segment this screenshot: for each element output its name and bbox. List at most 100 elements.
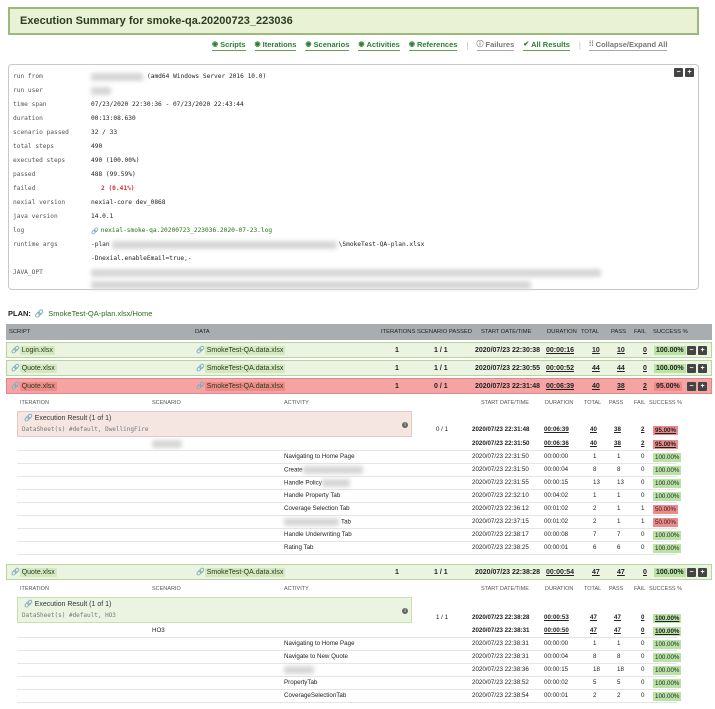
info-icon: ⓘ (476, 41, 484, 48)
activity-row: PropertyTab 2020/07/23 22:38:52 00:00:02 5 5… (17, 677, 682, 690)
plan-link[interactable]: SmokeTest-QA-plan.xlsx/Home (48, 309, 152, 318)
table-header: SCRIPT DATA ITERATIONS SCENARIO PASSED S… (6, 324, 712, 340)
activity-row: Handle Property Tab 2020/07/23 22:32:10 00… (17, 490, 682, 503)
expand-icon: ⁞⁞ (588, 40, 594, 48)
summary-row: duration 00:13:08.630 (13, 115, 136, 122)
link-icon: 🔗 (196, 383, 205, 390)
link-icon: 🔗 (11, 383, 20, 390)
activity-row: CoverageSelectionTab 2020/07/23 22:38:54 0… (17, 690, 682, 703)
page-title-bar: Execution Summary for smoke-qa.20200723_… (8, 7, 699, 35)
link-icon: 🔗 (11, 569, 20, 576)
nav-separator: | (466, 40, 469, 50)
scenario-row: HO3 2020/07/23 22:38:31 00:00:50 47 47 0… (17, 625, 682, 638)
log-link[interactable]: nexial-smoke-qa.20200723_223036.2020-07-… (101, 227, 272, 234)
nav-iterations[interactable]: ◉ Iterations (254, 40, 297, 51)
link-icon: 🔗 (196, 365, 205, 372)
activity-row: Handle Underwriting Tab 2020/07/23 22:38:… (17, 529, 682, 542)
summary-row: scenario passed 32 / 33 (13, 129, 118, 136)
collapse-button[interactable]: − (687, 381, 696, 391)
link-icon: 🔗 (91, 227, 99, 235)
redacted-host (91, 72, 143, 81)
check-icon: ✔ (523, 41, 530, 48)
circle-check-icon: ◉ (358, 41, 365, 48)
script-row[interactable]: 🔗 Quote.xlsx 🔗 SmokeTest-QA.data.xlsx 1 1 … (6, 360, 712, 376)
summary-row: passed 488 (99.59%) (13, 171, 136, 178)
link-icon: 🔗 (11, 365, 20, 372)
expand-button[interactable]: + (698, 381, 707, 391)
expand-button[interactable]: + (685, 68, 694, 77)
data-link[interactable]: SmokeTest-QA.data.xlsx (204, 382, 286, 391)
summary-row: failed 2 (0.41%) (13, 185, 135, 192)
link-icon: 🔗 (11, 347, 20, 354)
script-row-failed[interactable]: 🔗 Quote.xlsx 🔗 SmokeTest-QA.data.xlsx 1 0 … (6, 378, 712, 394)
expand-button[interactable]: + (698, 363, 707, 373)
summary-buttons: − + (674, 68, 694, 77)
sub-header: ITERATION SCENARIO ACTIVITY START DATE/T… (20, 400, 683, 406)
activity-row: Rating Tab 2020/07/23 22:38:25 00:00:01 6 6 0… (17, 542, 682, 555)
circle-check-icon: ◉ (212, 41, 219, 48)
redacted-java-opt (91, 280, 531, 289)
collapse-button[interactable]: − (687, 363, 696, 373)
summary-row: log 🔗 nexial-smoke-qa.20200723_223036.2020… (13, 227, 273, 235)
nav-failures[interactable]: ⓘ Failures (476, 39, 515, 51)
summary-row: executed steps 490 (100.00%) (13, 157, 140, 164)
redacted-java-opt (91, 268, 601, 277)
summary-row: -Dnexial.enableEmail=true,- (91, 255, 192, 262)
redacted-name (284, 518, 339, 526)
activity-row: Navigating to Home Page 2020/07/23 22:31:… (17, 451, 682, 464)
page-title: Execution Summary for smoke-qa.20200723_… (20, 15, 293, 27)
activity-row: Handle Policy 2020/07/23 22:31:55 00:00:15… (17, 477, 682, 490)
activity-row: Navigate to New Quote 2020/07/23 22:38:31… (17, 651, 682, 664)
script-row[interactable]: 🔗 Quote.xlsx 🔗 SmokeTest-QA.data.xlsx 1 1 … (6, 564, 712, 580)
activity-row: Create 2020/07/23 22:31:50 00:00:04 8 8 0 100.… (17, 464, 682, 477)
data-link[interactable]: SmokeTest-QA.data.xlsx (204, 346, 286, 355)
data-link[interactable]: SmokeTest-QA.data.xlsx (204, 568, 286, 577)
circle-check-icon: ◉ (408, 41, 415, 48)
nav-scripts[interactable]: ◉ Scripts (212, 40, 246, 51)
script-link[interactable]: Login.xlsx (19, 346, 55, 355)
expand-button[interactable]: + (698, 567, 707, 577)
activity-row: 2020/07/23 22:38:36 00:00:15 18 18 0 100.00% (17, 664, 682, 677)
redacted-scenario (152, 440, 182, 448)
link-icon: 🔗 (196, 569, 205, 576)
collapse-button[interactable]: − (674, 68, 683, 77)
summary-row: nexial version nexial-core dev_0868 (13, 199, 166, 206)
redacted-name (302, 466, 363, 474)
nav-activities[interactable]: ◉ Activities (358, 40, 400, 51)
nav-separator: | (578, 40, 581, 50)
summary-row: time span 07/23/2020 22:30:36 - 07/23/202… (13, 101, 244, 108)
nav-references[interactable]: ◉ References (408, 40, 458, 51)
summary-panel: − + run from (amd64 Windows Server 2016 1… (8, 64, 699, 290)
redacted-name (284, 666, 314, 674)
collapse-button[interactable]: − (687, 567, 696, 577)
sub-header: ITERATION SCENARIO ACTIVITY START DATE/T… (20, 586, 683, 592)
redacted-name (321, 479, 350, 487)
script-link[interactable]: Quote.xlsx (19, 382, 57, 391)
link-icon: 🔗 (24, 601, 33, 608)
summary-row: runtime args -plan \SmokeTest-QA-plan.xlsx (13, 240, 425, 249)
plan-line: PLAN: 🔗 SmokeTest-QA-plan.xlsx/Home (8, 309, 153, 318)
iteration-row: 0 / 1 2020/07/23 22:31:48 00:06:39 40 38… (436, 426, 678, 435)
circle-check-icon: ◉ (254, 41, 261, 48)
summary-row: total steps 490 (13, 143, 103, 150)
summary-row: run user (13, 84, 673, 97)
activity-row: Tab 2020/07/23 22:37:15 00:01:02 2 1 1 50.00% (17, 516, 678, 529)
link-icon: 🔗 (34, 309, 45, 318)
nav-all-results[interactable]: ✔ All Results (523, 40, 570, 51)
collapse-button[interactable]: − (687, 345, 696, 355)
scenario-row: 2020/07/23 22:31:50 00:06:36 40 38 2 95.… (17, 438, 678, 451)
nav-collapse-expand[interactable]: ⁞⁞ Collapse/Expand All (588, 40, 668, 51)
iteration-row: 1 / 1 2020/07/23 22:38:28 00:00:53 47 47… (436, 614, 682, 623)
top-nav: ◉ Scripts ◉ Iterations ◉ Scenarios ◉ Activit… (212, 38, 702, 52)
script-link[interactable]: Quote.xlsx (19, 364, 57, 373)
circle-check-icon: ◉ (305, 41, 312, 48)
script-link[interactable]: Quote.xlsx (19, 568, 57, 577)
nav-scenarios[interactable]: ◉ Scenarios (305, 40, 350, 51)
summary-row: run from (amd64 Windows Server 2016 10.0) (13, 72, 267, 81)
script-row[interactable]: 🔗 Login.xlsx 🔗 SmokeTest-QA.data.xlsx 1 1 … (6, 342, 712, 358)
activity-row: Navigating to Home Page 2020/07/23 22:38:… (17, 638, 682, 651)
expand-button[interactable]: + (698, 345, 707, 355)
link-icon: 🔗 (196, 347, 205, 354)
data-link[interactable]: SmokeTest-QA.data.xlsx (204, 364, 286, 373)
summary-row: java version 14.0.1 (13, 213, 114, 220)
